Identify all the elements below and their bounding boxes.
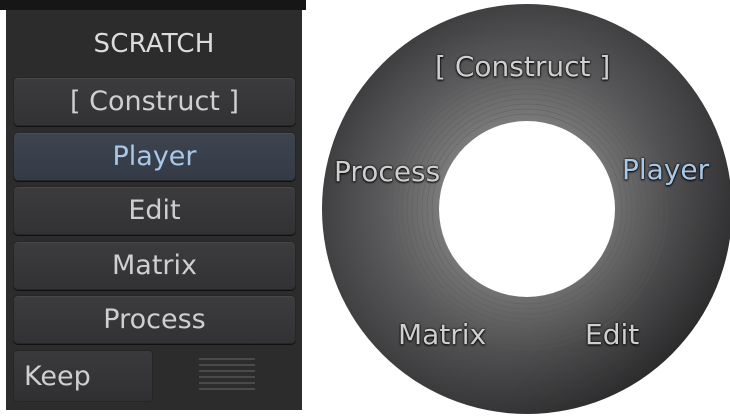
radial-item-construct[interactable]: [ Construct ] (435, 50, 610, 83)
panel-title: SCRATCH (93, 29, 215, 59)
scratch-menu-panel: SCRATCH [ Construct ] Player Edit Matrix… (0, 0, 306, 418)
radial-menu: [ Construct ] Player Process Matrix Edit (320, 0, 730, 418)
radial-item-player[interactable]: Player (622, 153, 709, 186)
process-button[interactable]: Process (13, 295, 296, 344)
radial-item-edit[interactable]: Edit (585, 318, 639, 351)
matrix-button[interactable]: Matrix (13, 241, 296, 290)
ring-center-hole (439, 121, 615, 297)
radial-item-matrix[interactable]: Matrix (398, 318, 486, 351)
radial-item-process[interactable]: Process (334, 155, 440, 188)
edit-button[interactable]: Edit (13, 186, 296, 235)
panel-top-strip (0, 0, 306, 10)
keep-button[interactable]: Keep (13, 350, 153, 402)
player-button[interactable]: Player (13, 132, 296, 181)
construct-button[interactable]: [ Construct ] (13, 77, 296, 126)
menu-screenshot: SCRATCH [ Construct ] Player Edit Matrix… (0, 0, 730, 418)
resize-grip-icon[interactable] (199, 358, 255, 394)
